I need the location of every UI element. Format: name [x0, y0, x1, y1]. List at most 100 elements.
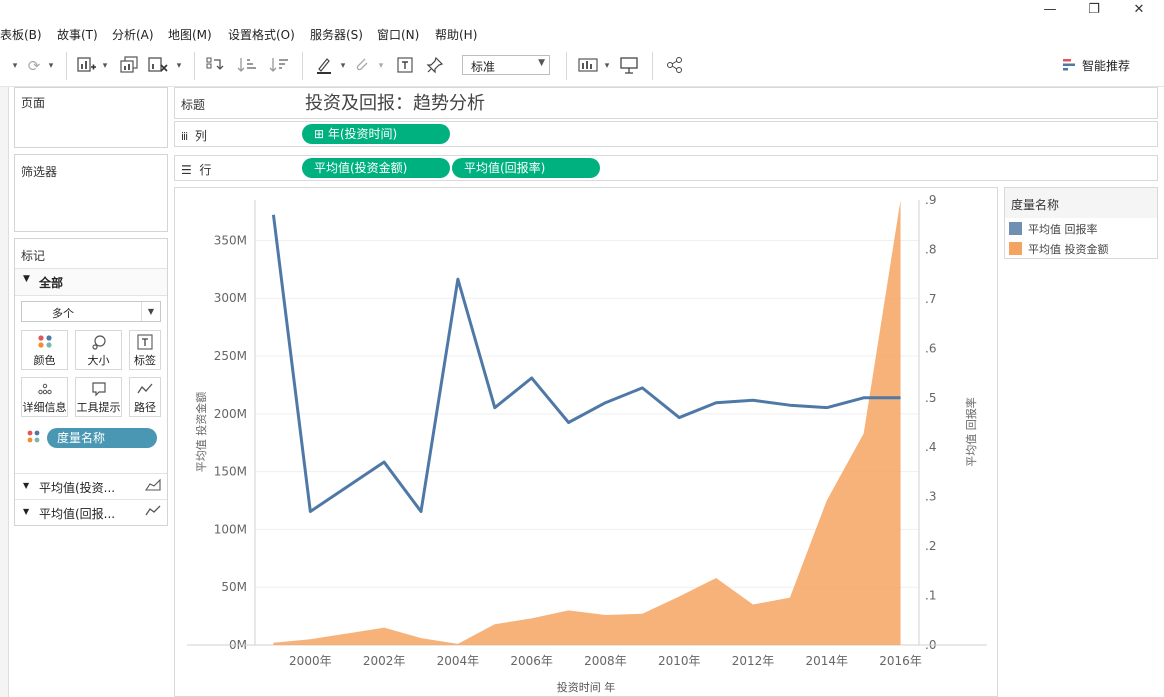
mark-label-button[interactable]: 标签 — [129, 330, 161, 370]
show-me-icon[interactable] — [578, 56, 600, 76]
rows-pill-return[interactable]: 平均值(回报率) — [452, 158, 600, 178]
new-sheet-dropdown-icon[interactable]: ▾ — [100, 56, 110, 76]
area-chart-icon — [144, 478, 161, 495]
clear-dropdown-icon[interactable]: ▾ — [174, 56, 184, 76]
menu-analysis[interactable]: 分析(A) — [112, 26, 154, 43]
highlight-dropdown-icon[interactable]: ▾ — [338, 56, 348, 76]
rows-pill-return-label: 平均值(回报率) — [464, 161, 546, 175]
dual-axis-chart[interactable]: 0M50M100M150M200M250M300M350M.0.1.2.3.4.… — [175, 188, 997, 696]
right-tick-label: .4 — [925, 440, 936, 454]
rows-shelf: ☰ 行 平均值(投资金额) 平均值(回报率) — [174, 155, 1158, 181]
pages-panel[interactable]: 页面 — [14, 87, 168, 148]
sheet-title[interactable]: 投资及回报：趋势分析 — [305, 89, 485, 115]
rows-pill-investment-label: 平均值(投资金额) — [314, 161, 408, 175]
x-tick-label: 2006年 — [510, 654, 553, 668]
columns-icon: iii — [181, 130, 188, 143]
detail-icon — [22, 381, 67, 399]
viz-area[interactable]: 0M 50M 100M 150M 200M 250M 300M 350M .0.1.2.3.4.… — [174, 187, 998, 697]
color-icon — [22, 334, 67, 352]
mark-size-button[interactable]: 大小 — [75, 330, 122, 370]
mark-path-label: 路径 — [134, 401, 156, 414]
toolbar: ▾ ⟳ ▾ ▾ ▾ ▾ ▾ 标准 ▼ ▾ 智能推荐 — [0, 46, 1164, 87]
mark-color-button[interactable]: 颜色 — [21, 330, 68, 370]
color-dots-icon — [27, 430, 40, 443]
title-bar: — ❐ ✕ — [0, 0, 1164, 22]
line-chart-icon — [145, 504, 161, 521]
menu-dashboard[interactable]: 表板(B) — [0, 26, 42, 43]
marks-all-header[interactable]: ▼ 全部 — [15, 268, 167, 296]
left-tick-label: 350M — [214, 233, 247, 247]
x-tick-label: 2004年 — [437, 654, 480, 668]
menu-map[interactable]: 地图(M) — [168, 26, 212, 43]
new-sheet-icon[interactable] — [76, 56, 98, 76]
measure-card-investment[interactable]: ▼ 平均值(投资... — [15, 473, 167, 500]
rows-pill-investment[interactable]: 平均值(投资金额) — [302, 158, 450, 178]
columns-shelf-label: iii 列 — [181, 129, 207, 143]
smart-recommend-label: 智能推荐 — [1082, 59, 1131, 73]
clear-sheet-icon[interactable] — [148, 56, 170, 76]
highlight-icon[interactable] — [314, 56, 334, 76]
fit-select[interactable]: 标准 ▼ — [462, 55, 550, 75]
filters-panel[interactable]: 筛选器 — [14, 154, 168, 232]
duplicate-sheet-icon[interactable] — [118, 56, 140, 76]
x-tick-label: 2002年 — [363, 654, 406, 668]
investment-area — [273, 200, 901, 645]
fit-select-value: 标准 — [471, 60, 496, 74]
x-tick-label: 2014年 — [806, 654, 849, 668]
caret-down-icon: ▼ — [23, 274, 30, 284]
right-tick-label: .1 — [925, 589, 936, 603]
sort-asc-icon[interactable] — [236, 56, 258, 76]
marks-title: 标记 — [21, 249, 46, 263]
caret-down-icon: ▼ — [23, 507, 30, 516]
restore-icon[interactable]: ❐ — [1082, 2, 1106, 20]
title-shelf-label: 标题 — [181, 98, 206, 112]
legend-item-return[interactable]: 平均值 回报率 — [1009, 221, 1098, 237]
menu-server[interactable]: 服务器(S) — [310, 26, 363, 43]
mark-detail-button[interactable]: 详细信息 — [21, 377, 68, 417]
refresh-icon[interactable]: ⟳ — [24, 56, 44, 76]
x-tick-label: 2010年 — [658, 654, 701, 668]
mark-path-button[interactable]: 路径 — [129, 377, 161, 417]
label-icon[interactable] — [394, 56, 416, 76]
undo-dropdown-icon[interactable]: ▾ — [8, 56, 22, 76]
left-tick-label: 300M — [214, 291, 247, 305]
pin-icon[interactable] — [424, 56, 446, 76]
show-me-dropdown-icon[interactable]: ▾ — [602, 56, 612, 76]
left-tick-label: 250M — [214, 349, 247, 363]
close-icon[interactable]: ✕ — [1127, 2, 1151, 20]
mark-tooltip-button[interactable]: 工具提示 — [75, 377, 122, 417]
menu-format[interactable]: 设置格式(O) — [228, 26, 295, 43]
mark-size-label: 大小 — [87, 354, 110, 367]
chevron-down-icon: ▼ — [141, 302, 160, 321]
x-tick-label: 2008年 — [584, 654, 627, 668]
presentation-icon[interactable] — [618, 56, 640, 76]
menu-window[interactable]: 窗口(N) — [377, 26, 419, 43]
legend-item-investment[interactable]: 平均值 投资金额 — [1009, 241, 1109, 257]
right-tick-label: .2 — [925, 539, 936, 553]
right-tick-label: .5 — [925, 391, 936, 405]
path-icon — [130, 381, 160, 399]
left-strip — [0, 87, 9, 697]
share-icon[interactable] — [664, 56, 686, 76]
smart-recommend-button[interactable]: 智能推荐 — [1062, 57, 1130, 74]
marks-all-label: 全部 — [39, 276, 64, 290]
mark-detail-label: 详细信息 — [22, 401, 67, 414]
legend-item-investment-label: 平均值 投资金额 — [1028, 243, 1109, 256]
mark-tooltip-label: 工具提示 — [76, 401, 121, 414]
sort-desc-icon[interactable] — [268, 56, 290, 76]
color-pill-measure-names[interactable]: 度量名称 — [47, 428, 157, 448]
menu-help[interactable]: 帮助(H) — [435, 26, 477, 43]
refresh-dropdown-icon[interactable]: ▾ — [46, 56, 56, 76]
swap-icon[interactable] — [204, 56, 226, 76]
right-tick-label: .8 — [925, 242, 936, 256]
measure-card-return[interactable]: ▼ 平均值(回报... — [15, 499, 167, 526]
left-axis-title: 平均值 投资金额 — [195, 391, 208, 473]
menu-story[interactable]: 故事(T) — [57, 26, 98, 43]
menu-bar: 表板(B) 故事(T) 分析(A) 地图(M) 设置格式(O) 服务器(S) 窗… — [0, 23, 1164, 45]
group-dropdown-icon[interactable]: ▾ — [376, 56, 386, 76]
mark-type-select[interactable]: 多个 ▼ — [21, 301, 161, 322]
group-icon[interactable] — [352, 56, 372, 76]
columns-pill-year[interactable]: ⊞ 年(投资时间) — [302, 124, 450, 144]
legend-swatch-return — [1009, 222, 1022, 235]
minimize-icon[interactable]: — — [1038, 2, 1062, 20]
